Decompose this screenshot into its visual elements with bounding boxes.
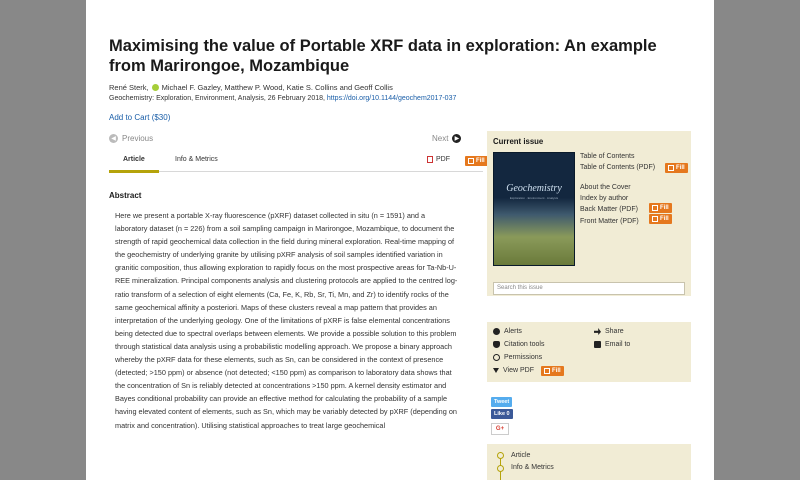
- copyright-icon: [493, 354, 500, 361]
- front-matter-link[interactable]: Front Matter (PDF): [580, 218, 639, 225]
- pdf-icon: [427, 156, 433, 163]
- cover-title: Geochemistry: [506, 183, 562, 194]
- permissions-link[interactable]: Permissions: [493, 354, 542, 361]
- arrow-left-icon: ◀: [109, 134, 118, 143]
- nav-item-info-metrics[interactable]: Info & Metrics: [511, 464, 554, 471]
- article-title: Maximising the value of Portable XRF dat…: [109, 37, 657, 75]
- current-issue-title: Current issue: [493, 137, 544, 146]
- about-cover-link[interactable]: About the Cover: [580, 184, 631, 191]
- current-issue-panel: Current issue Geochemistry Exploration ·…: [487, 131, 691, 296]
- view-pdf-label: View PDF: [503, 367, 534, 374]
- share-icon: [594, 328, 601, 335]
- search-issue-input[interactable]: Search this issue: [493, 282, 685, 295]
- citation-tools-link[interactable]: Citation tools: [493, 341, 544, 348]
- co-authors[interactable]: Michael F. Gazley, Matthew P. Wood, Kati…: [162, 83, 393, 92]
- alerts-label: Alerts: [504, 328, 522, 335]
- index-author-link[interactable]: Index by author: [580, 195, 628, 202]
- nav-dot-icon: [497, 465, 504, 472]
- permissions-label: Permissions: [504, 354, 543, 361]
- tab-info-metrics[interactable]: Info & Metrics: [175, 156, 218, 163]
- toc-pdf-link[interactable]: Table of Contents (PDF): [580, 164, 655, 171]
- nav-item-article[interactable]: Article: [511, 452, 530, 459]
- author-link[interactable]: René Sterk,: [109, 83, 149, 92]
- toc-fill-button[interactable]: Fill: [665, 163, 688, 173]
- fill-label: Fill: [552, 368, 561, 374]
- journal-cover-image[interactable]: Geochemistry Exploration · Environment ·…: [493, 152, 575, 266]
- article-tools-panel: Alerts Share Citation tools Email to Per…: [487, 322, 691, 382]
- next-link[interactable]: Next ▶: [432, 134, 462, 143]
- active-tab-indicator: [109, 170, 159, 173]
- pdf-tab[interactable]: PDF: [427, 156, 450, 163]
- fill-label: Fill: [676, 165, 685, 171]
- email-link[interactable]: Email to: [594, 341, 630, 348]
- nav-dot-icon: [497, 452, 504, 459]
- article-tabs: Article Info & Metrics PDF Fill: [109, 150, 488, 173]
- facebook-like-button[interactable]: Like 0: [491, 409, 513, 419]
- journal-citation: Geochemistry: Exploration, Environment, …: [109, 95, 456, 102]
- fill-icon: [468, 158, 474, 164]
- fill-button[interactable]: Fill: [465, 156, 488, 166]
- add-to-cart-link[interactable]: Add to Cart ($30): [109, 113, 170, 122]
- abstract-heading: Abstract: [109, 191, 142, 200]
- article-page: Maximising the value of Portable XRF dat…: [86, 0, 714, 480]
- front-matter-fill-button[interactable]: Fill: [649, 214, 672, 224]
- fill-label: Fill: [476, 158, 485, 164]
- back-matter-link[interactable]: Back Matter (PDF): [580, 206, 638, 213]
- view-pdf-fill-button[interactable]: Fill: [541, 366, 564, 376]
- arrow-right-icon: ▶: [452, 134, 462, 143]
- abstract-text: Here we present a portable X-ray fluores…: [115, 211, 458, 430]
- fill-icon: [668, 165, 674, 171]
- google-plus-button[interactable]: G+: [491, 423, 509, 435]
- download-icon: [493, 368, 499, 373]
- toc-link[interactable]: Table of Contents: [580, 153, 634, 160]
- previous-link[interactable]: ◀ Previous: [109, 134, 153, 143]
- citation-label: Citation tools: [504, 341, 545, 348]
- cover-subtitle: Exploration · Environment · Analysis: [509, 196, 559, 200]
- view-pdf-link[interactable]: View PDF: [493, 367, 534, 374]
- previous-label: Previous: [122, 134, 154, 143]
- info-icon: [493, 328, 500, 335]
- tab-article[interactable]: Article: [123, 156, 145, 163]
- fill-icon: [652, 205, 658, 211]
- email-label: Email to: [605, 341, 631, 348]
- share-label: Share: [605, 328, 624, 335]
- journal-text: Geochemistry: Exploration, Environment, …: [109, 95, 325, 102]
- envelope-icon: [594, 341, 601, 348]
- back-matter-fill-button[interactable]: Fill: [649, 203, 672, 213]
- doi-link[interactable]: https://doi.org/10.1144/geochem2017-037: [327, 95, 456, 102]
- pdf-label: PDF: [436, 156, 450, 163]
- orcid-icon[interactable]: [151, 84, 159, 91]
- quote-icon: [493, 341, 500, 348]
- fill-label: Fill: [660, 216, 669, 222]
- next-label: Next: [432, 134, 449, 143]
- fill-icon: [652, 216, 658, 222]
- fill-label: Fill: [660, 205, 669, 211]
- section-nav: Article Info & Metrics: [487, 444, 691, 480]
- share-link[interactable]: Share: [594, 328, 624, 335]
- alerts-link[interactable]: Alerts: [493, 328, 522, 335]
- fill-icon: [544, 368, 550, 374]
- tweet-button[interactable]: Tweet: [491, 397, 513, 407]
- author-list: René Sterk, Michael F. Gazley, Matthew P…: [109, 83, 393, 92]
